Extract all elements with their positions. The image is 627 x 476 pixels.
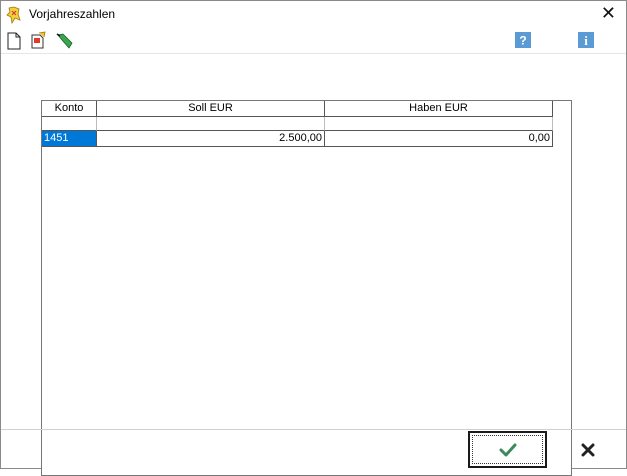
close-button[interactable]: ✕	[601, 4, 616, 22]
svg-text:?: ?	[519, 34, 526, 48]
column-header-konto[interactable]: Konto	[42, 101, 97, 117]
filter-cell-konto[interactable]	[42, 117, 97, 131]
column-header-soll[interactable]: Soll EUR	[97, 101, 325, 117]
info-icon[interactable]: i	[578, 32, 594, 48]
window-title: Vorjahreszahlen	[29, 7, 116, 21]
column-header-haben[interactable]: Haben EUR	[325, 101, 553, 117]
cancel-x-icon	[581, 443, 595, 456]
new-document-icon[interactable]	[4, 31, 24, 51]
data-grid[interactable]	[41, 100, 572, 476]
cell-konto[interactable]: 1451	[42, 131, 97, 147]
ok-button[interactable]	[468, 431, 547, 468]
edit-document-icon[interactable]	[29, 31, 49, 51]
filter-cell-soll[interactable]	[97, 117, 325, 131]
table-row[interactable]: 1451 2.500,00 0,00	[42, 131, 553, 147]
filter-cell-haben[interactable]	[325, 117, 553, 131]
grid-header-row: Konto Soll EUR Haben EUR	[42, 101, 553, 117]
focus-rectangle	[472, 435, 543, 464]
app-logo-icon	[6, 6, 21, 24]
svg-text:i: i	[584, 33, 588, 48]
dialog-window: Vorjahreszahlen ✕ ? i Konto Soll EUR Hab…	[0, 0, 627, 476]
footer-separator	[1, 429, 626, 430]
cell-haben[interactable]: 0,00	[325, 131, 553, 147]
cell-soll[interactable]: 2.500,00	[97, 131, 325, 147]
title-bar[interactable]: Vorjahreszahlen ✕	[1, 1, 626, 29]
toolbar-separator	[1, 53, 626, 54]
cancel-button[interactable]	[550, 431, 626, 468]
help-icon[interactable]: ?	[515, 32, 531, 48]
grid-filter-row	[42, 117, 553, 131]
grid-table: Konto Soll EUR Haben EUR 1451 2.500,00 0…	[42, 101, 553, 147]
green-pen-icon[interactable]	[55, 31, 75, 51]
toolbar: ? i	[1, 29, 626, 53]
